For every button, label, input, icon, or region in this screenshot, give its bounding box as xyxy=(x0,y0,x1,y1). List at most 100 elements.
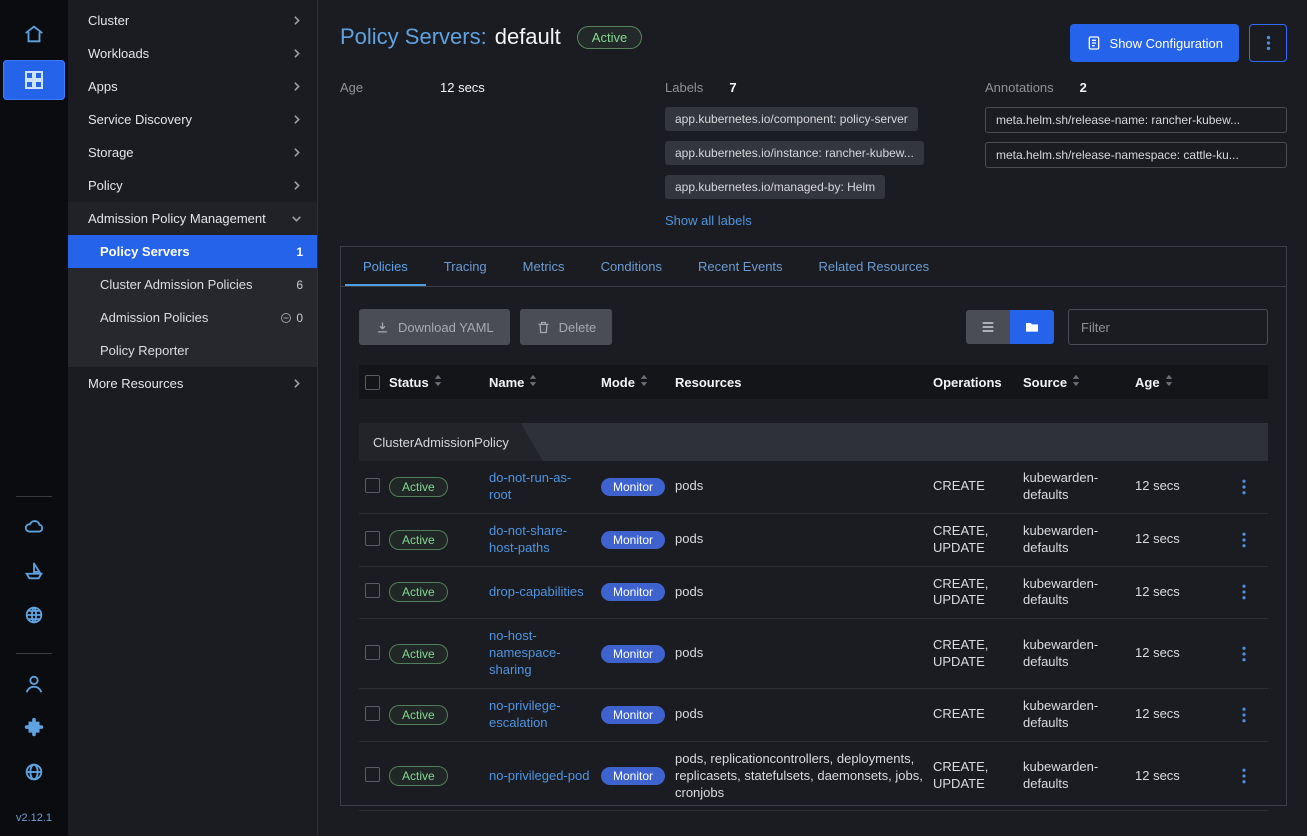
row-checkbox[interactable] xyxy=(365,531,380,546)
age-column: Age 12 secs xyxy=(340,80,665,95)
header-actions-menu-button[interactable] xyxy=(1249,24,1287,62)
sidebar-item-label: More Resources xyxy=(88,376,183,391)
age-cell: 12 secs xyxy=(1135,478,1229,495)
page-title: Policy Servers: default Active xyxy=(340,24,642,50)
row-actions-button[interactable] xyxy=(1229,768,1269,784)
globe-icon[interactable] xyxy=(14,754,54,790)
header-actions: Show Configuration xyxy=(1070,24,1287,62)
download-yaml-button[interactable]: Download YAML xyxy=(359,309,510,345)
row-actions-button[interactable] xyxy=(1229,532,1269,548)
row-actions-button[interactable] xyxy=(1229,646,1269,662)
table-toolbar: Download YAML Delete xyxy=(341,287,1286,363)
status-badge: Active xyxy=(389,477,448,497)
sidebar-item-label: Admission Policies xyxy=(100,310,208,325)
row-actions-button[interactable] xyxy=(1229,584,1269,600)
tab-metrics[interactable]: Metrics xyxy=(505,247,583,286)
tab-related-resources[interactable]: Related Resources xyxy=(801,247,948,286)
label-badge: app.kubernetes.io/component: policy-serv… xyxy=(665,107,918,131)
status-badge: Active xyxy=(389,705,448,725)
toolbar-right xyxy=(966,309,1268,345)
sidebar-item-storage[interactable]: Storage xyxy=(68,136,317,169)
chevron-down-icon xyxy=(290,212,303,225)
sidebar-item-policy[interactable]: Policy xyxy=(68,169,317,202)
row-checkbox[interactable] xyxy=(365,645,380,660)
sidebar-item-service-discovery[interactable]: Service Discovery xyxy=(68,103,317,136)
column-header-name[interactable]: Name xyxy=(489,374,601,390)
table-group-row: ClusterAdmissionPolicy xyxy=(359,423,1268,461)
column-label: Mode xyxy=(601,375,635,390)
tab-policies[interactable]: Policies xyxy=(345,247,426,286)
mode-badge: Monitor xyxy=(601,645,665,663)
labels-label: Labels xyxy=(665,80,703,95)
policy-name-link[interactable]: no-privilege-escalation xyxy=(489,698,561,730)
filter-input[interactable] xyxy=(1068,309,1268,345)
sort-icon xyxy=(1165,374,1173,390)
row-checkbox[interactable] xyxy=(365,706,380,721)
cluster-explorer-icon[interactable] xyxy=(3,60,65,100)
list-view-button[interactable] xyxy=(966,310,1010,344)
kebab-menu-icon xyxy=(1237,646,1251,662)
policy-name-link[interactable]: no-privileged-pod xyxy=(489,768,589,783)
sidebar-item-label: Policy Servers xyxy=(100,244,190,259)
table-row: Active no-host-namespace-sharing Monitor… xyxy=(359,619,1268,689)
sidebar-item-policy-reporter[interactable]: Policy Reporter xyxy=(68,334,317,367)
row-checkbox[interactable] xyxy=(365,767,380,782)
row-actions-button[interactable] xyxy=(1229,707,1269,723)
tab-recent-events[interactable]: Recent Events xyxy=(680,247,801,286)
sidebar-item-admission-policy-management[interactable]: Admission Policy Management xyxy=(68,202,317,235)
sidebar-item-admission-policies[interactable]: Admission Policies 0 xyxy=(68,301,317,334)
show-configuration-button[interactable]: Show Configuration xyxy=(1070,24,1239,62)
grouped-view-button[interactable] xyxy=(1010,310,1054,344)
sidebar-nav: Cluster Workloads Apps Service Discovery… xyxy=(68,0,318,836)
delete-button[interactable]: Delete xyxy=(520,309,613,345)
cloud-icon[interactable] xyxy=(14,509,54,545)
policy-name-link[interactable]: drop-capabilities xyxy=(489,584,584,599)
source-cell: kubewarden-defaults xyxy=(1023,698,1135,732)
row-actions-button[interactable] xyxy=(1229,479,1269,495)
sidebar-item-more-resources[interactable]: More Resources xyxy=(68,367,317,400)
sidebar-item-policy-servers[interactable]: Policy Servers 1 xyxy=(68,235,317,268)
age-label: Age xyxy=(340,80,440,95)
column-header-status[interactable]: Status xyxy=(389,374,489,390)
sort-icon xyxy=(434,374,442,390)
extensions-puzzle-icon[interactable] xyxy=(14,710,54,746)
tab-conditions[interactable]: Conditions xyxy=(583,247,680,286)
sidebar-item-apps[interactable]: Apps xyxy=(68,70,317,103)
column-header-source[interactable]: Source xyxy=(1023,374,1135,390)
tab-tracing[interactable]: Tracing xyxy=(426,247,505,286)
sidebar-item-cluster[interactable]: Cluster xyxy=(68,4,317,37)
page-title-type[interactable]: Policy Servers: xyxy=(340,24,487,50)
chevron-right-icon xyxy=(290,377,303,390)
policy-name-link[interactable]: no-host-namespace-sharing xyxy=(489,628,561,677)
row-checkbox[interactable] xyxy=(365,478,380,493)
mode-badge: Monitor xyxy=(601,767,665,785)
trash-icon xyxy=(536,320,551,335)
circle-minus-icon xyxy=(280,312,292,324)
rail-divider xyxy=(16,653,52,654)
sidebar-item-label: Admission Policy Management xyxy=(88,211,266,226)
column-label: Name xyxy=(489,375,524,390)
sidebar-item-cluster-admission-policies[interactable]: Cluster Admission Policies 6 xyxy=(68,268,317,301)
policies-table: Status Name Mode Resources Operations xyxy=(359,365,1268,811)
download-yaml-label: Download YAML xyxy=(398,320,494,335)
resource-detail-strip: Age 12 secs Labels 7 app.kubernetes.io/c… xyxy=(340,80,1287,228)
source-cell: kubewarden-defaults xyxy=(1023,759,1135,793)
row-checkbox[interactable] xyxy=(365,583,380,598)
policy-name-link[interactable]: do-not-share-host-paths xyxy=(489,523,567,555)
sidebar-item-label: Service Discovery xyxy=(88,112,192,127)
select-all-checkbox[interactable] xyxy=(365,375,380,390)
count-badge: 0 xyxy=(296,311,303,325)
sidebar-item-workloads[interactable]: Workloads xyxy=(68,37,317,70)
policy-name-link[interactable]: do-not-run-as-root xyxy=(489,470,571,502)
column-header-age[interactable]: Age xyxy=(1135,374,1229,390)
sidebar-item-label: Cluster xyxy=(88,13,129,28)
chevron-right-icon xyxy=(290,14,303,27)
fleet-ship-icon[interactable] xyxy=(14,553,54,589)
user-icon[interactable] xyxy=(14,666,54,702)
column-header-mode[interactable]: Mode xyxy=(601,374,675,390)
home-icon[interactable] xyxy=(14,16,54,52)
show-all-labels-link[interactable]: Show all labels xyxy=(665,213,752,228)
resources-cell: pods, replicationcontrollers, deployment… xyxy=(675,751,933,802)
harvester-grid-globe-icon[interactable] xyxy=(14,597,54,633)
sidebar-item-label: Storage xyxy=(88,145,134,160)
